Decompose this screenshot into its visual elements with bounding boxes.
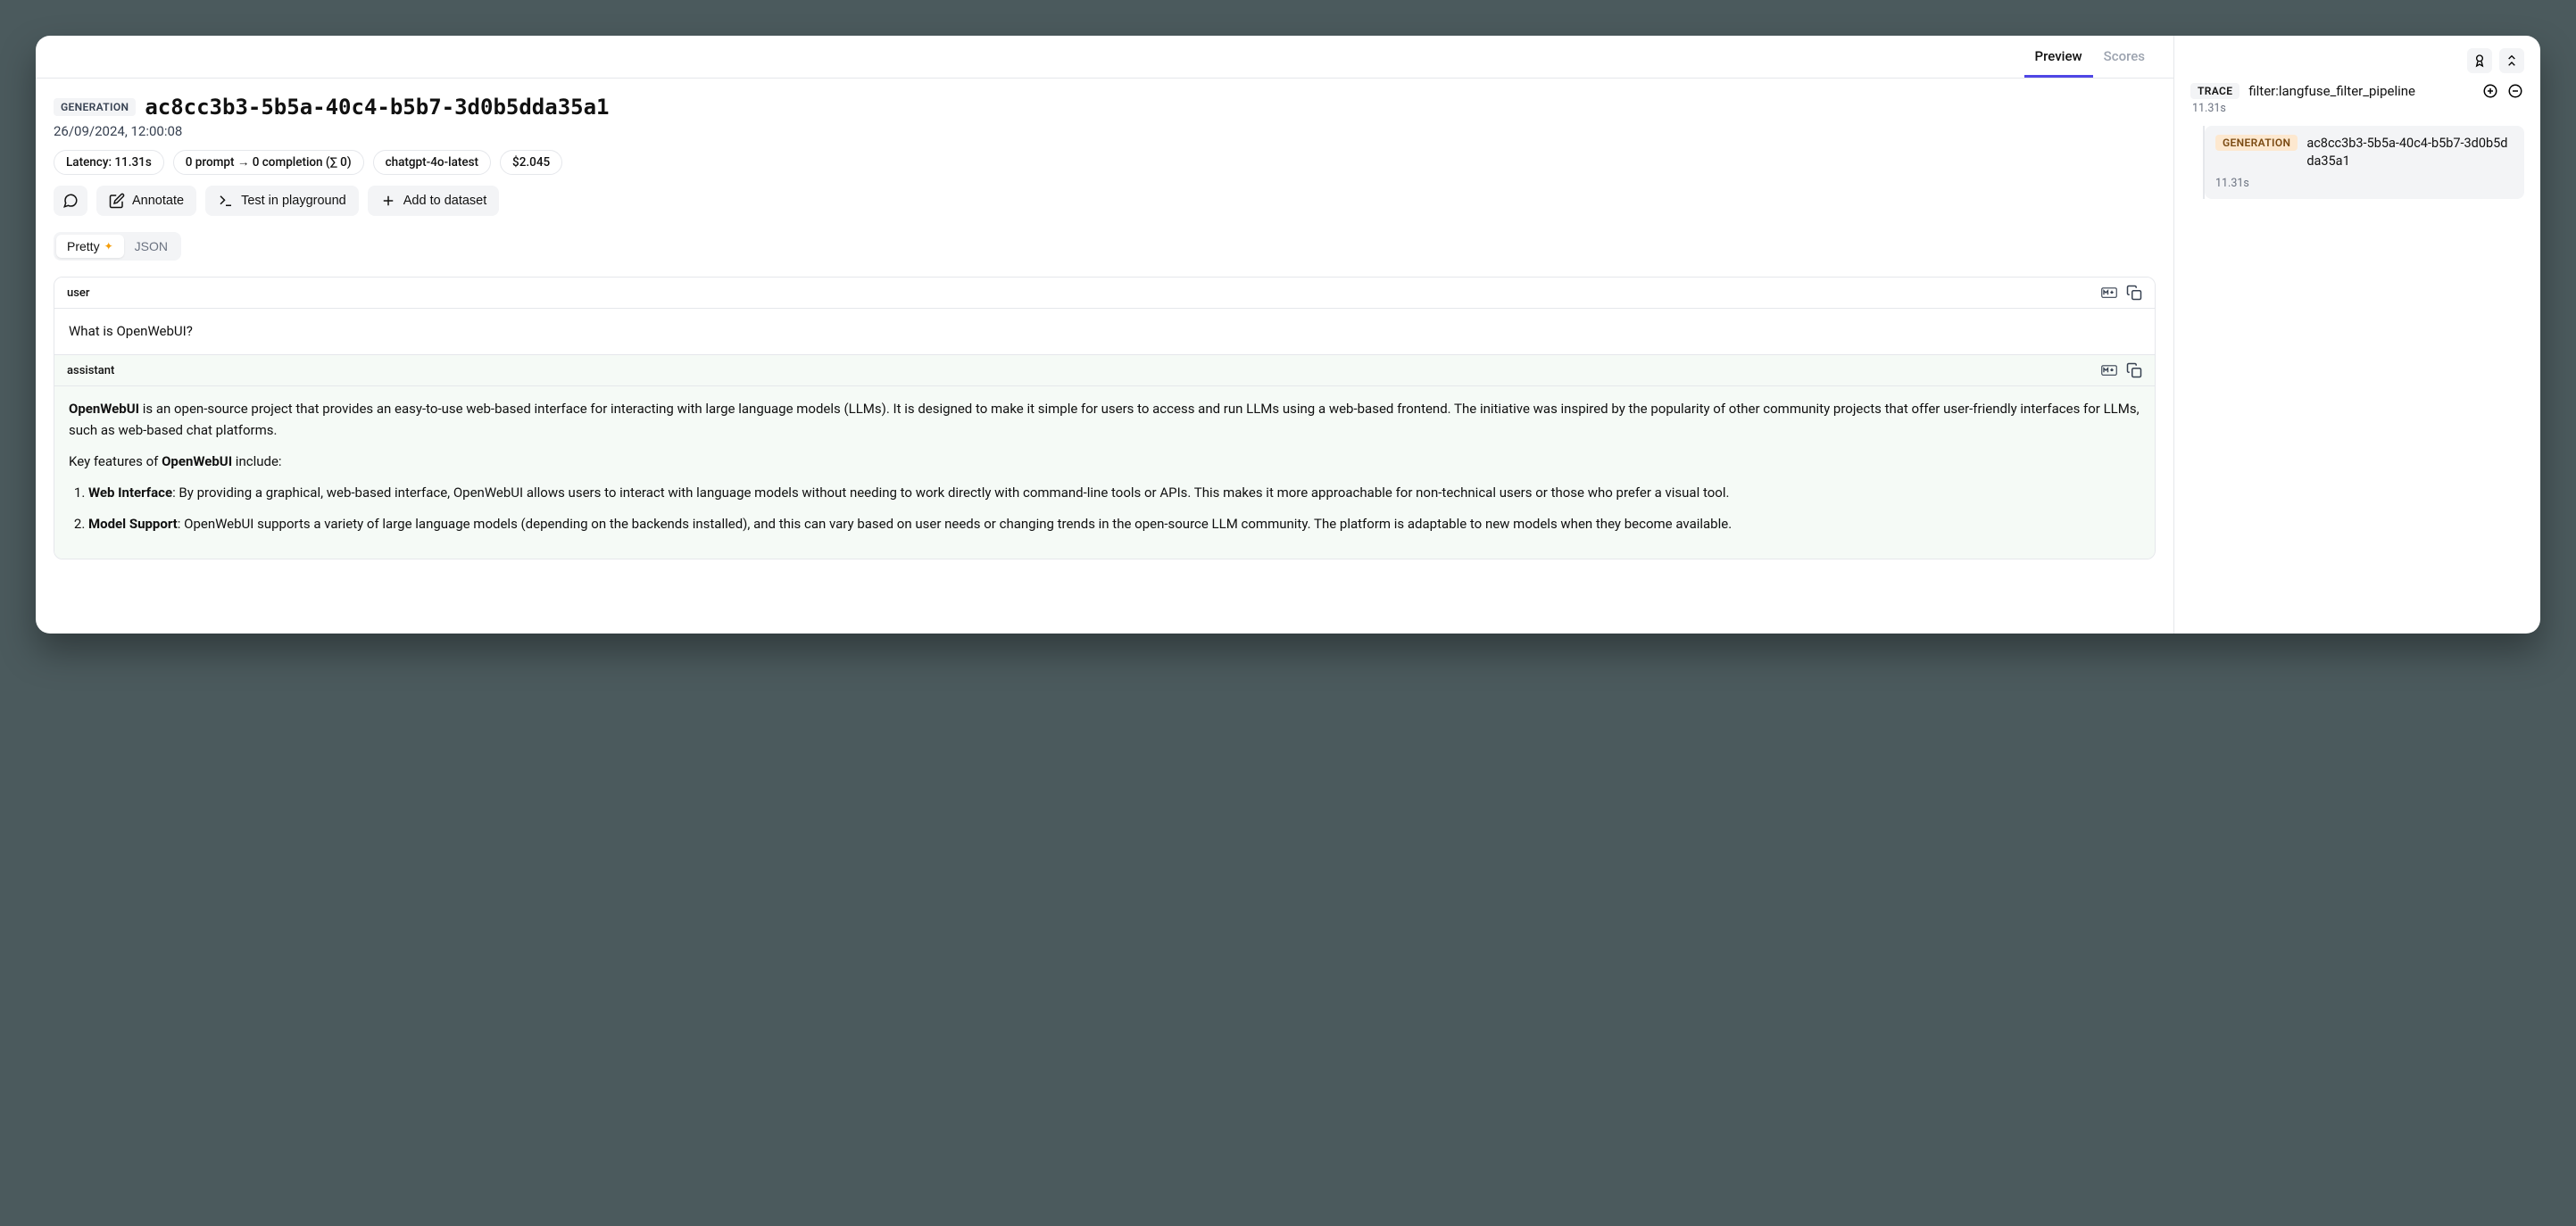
timestamp: 26/09/2024, 12:00:08 xyxy=(54,123,2156,139)
speech-bubble-icon xyxy=(62,193,79,209)
copy-icon[interactable] xyxy=(2126,362,2142,378)
app-window: Preview Scores GENERATION ac8cc3b3-5b5a-… xyxy=(36,36,2540,634)
json-toggle[interactable]: JSON xyxy=(124,235,179,258)
assistant-intro-text: is an open-source project that provides … xyxy=(69,401,2140,437)
generation-box[interactable]: GENERATION ac8cc3b3-5b5a-40c4-b5b7-3d0b5… xyxy=(2205,126,2524,199)
chevrons-collapse-icon xyxy=(2505,54,2519,68)
tabs-bar: Preview Scores xyxy=(36,36,2173,79)
assistant-msg-tools xyxy=(2101,362,2142,378)
feature-item-2: Model Support: OpenWebUI supports a vari… xyxy=(88,514,2140,534)
ribbon-icon xyxy=(2472,54,2487,68)
tab-scores[interactable]: Scores xyxy=(2093,36,2156,78)
assistant-role-label: assistant xyxy=(67,364,114,377)
generation-tree-id: ac8cc3b3-5b5a-40c4-b5b7-3d0b5dda35a1 xyxy=(2306,135,2514,171)
generation-latency: 11.31s xyxy=(2215,177,2514,190)
user-msg-tools xyxy=(2101,285,2142,301)
trace-row[interactable]: TRACE filter:langfuse_filter_pipeline xyxy=(2190,82,2524,100)
trace-action-icons xyxy=(2481,82,2524,100)
markdown-icon[interactable] xyxy=(2101,362,2117,378)
features-pre: Key features of xyxy=(69,453,162,469)
side-top-icons xyxy=(2190,48,2524,73)
meta-chips: Latency: 11.31s 0 prompt → 0 completion … xyxy=(54,150,2156,175)
trace-name: filter:langfuse_filter_pipeline xyxy=(2248,83,2472,99)
tokens-chip: 0 prompt → 0 completion (∑ 0) xyxy=(173,150,364,175)
comment-button[interactable] xyxy=(54,186,87,216)
cost-chip: $2.045 xyxy=(500,150,562,175)
sparkle-icon: ✦ xyxy=(104,240,113,253)
side-panel: TRACE filter:langfuse_filter_pipeline 11… xyxy=(2174,36,2540,634)
generation-row: GENERATION ac8cc3b3-5b5a-40c4-b5b7-3d0b5… xyxy=(2215,135,2514,171)
user-message-text: What is OpenWebUI? xyxy=(69,323,193,339)
main-panel: Preview Scores GENERATION ac8cc3b3-5b5a-… xyxy=(36,36,2174,634)
assistant-message-body: OpenWebUI is an open-source project that… xyxy=(54,386,2155,558)
trace-latency: 11.31s xyxy=(2192,102,2524,115)
content-scroll[interactable]: GENERATION ac8cc3b3-5b5a-40c4-b5b7-3d0b5… xyxy=(36,79,2173,634)
user-message-header: user xyxy=(54,278,2155,309)
terminal-icon xyxy=(218,193,234,209)
feature-item-1: Web Interface: By providing a graphical,… xyxy=(88,483,2140,503)
tab-preview[interactable]: Preview xyxy=(2024,36,2093,78)
generation-tree-item: GENERATION ac8cc3b3-5b5a-40c4-b5b7-3d0b5… xyxy=(2203,126,2524,199)
features-bold: OpenWebUI xyxy=(162,453,232,469)
playground-label: Test in playground xyxy=(241,194,346,208)
user-message-body: What is OpenWebUI? xyxy=(54,309,2155,355)
features-post: include: xyxy=(232,453,281,469)
annotate-button[interactable]: Annotate xyxy=(96,186,196,216)
playground-button[interactable]: Test in playground xyxy=(205,186,359,216)
trace-badge: TRACE xyxy=(2190,83,2239,99)
pretty-toggle[interactable]: Pretty ✦ xyxy=(56,235,124,258)
edit-icon xyxy=(109,193,125,209)
minus-circle-icon xyxy=(2507,83,2523,99)
collapse-button[interactable] xyxy=(2499,48,2524,73)
item2-text: : OpenWebUI supports a variety of large … xyxy=(178,516,1732,532)
assistant-message-header: assistant xyxy=(54,355,2155,386)
actions-row: Annotate Test in playground Add to datas… xyxy=(54,186,2156,216)
pretty-label: Pretty xyxy=(67,239,100,253)
view-toggle: Pretty ✦ JSON xyxy=(54,232,181,261)
plus-icon xyxy=(380,193,396,209)
add-dataset-label: Add to dataset xyxy=(403,194,487,208)
bookmark-button[interactable] xyxy=(2467,48,2492,73)
assistant-intro-bold: OpenWebUI xyxy=(69,401,139,417)
features-list: Web Interface: By providing a graphical,… xyxy=(69,483,2140,535)
copy-icon[interactable] xyxy=(2126,285,2142,301)
item1-text: : By providing a graphical, web-based in… xyxy=(172,485,1729,501)
item2-bold: Model Support xyxy=(88,516,178,532)
generation-id: ac8cc3b3-5b5a-40c4-b5b7-3d0b5dda35a1 xyxy=(145,95,609,120)
remove-trace-button[interactable] xyxy=(2506,82,2524,100)
title-row: GENERATION ac8cc3b3-5b5a-40c4-b5b7-3d0b5… xyxy=(54,95,2156,120)
add-dataset-button[interactable]: Add to dataset xyxy=(368,186,500,216)
messages-container: user What is OpenWebUI? assistant xyxy=(54,277,2156,559)
latency-chip: Latency: 11.31s xyxy=(54,150,164,175)
plus-circle-icon xyxy=(2482,83,2498,99)
user-role-label: user xyxy=(67,286,89,300)
generation-type-badge: GENERATION xyxy=(54,98,136,116)
model-chip: chatgpt-4o-latest xyxy=(373,150,491,175)
item1-bold: Web Interface xyxy=(88,485,172,501)
add-trace-button[interactable] xyxy=(2481,82,2499,100)
annotate-label: Annotate xyxy=(132,194,184,208)
generation-badge: GENERATION xyxy=(2215,135,2298,151)
markdown-icon[interactable] xyxy=(2101,285,2117,301)
